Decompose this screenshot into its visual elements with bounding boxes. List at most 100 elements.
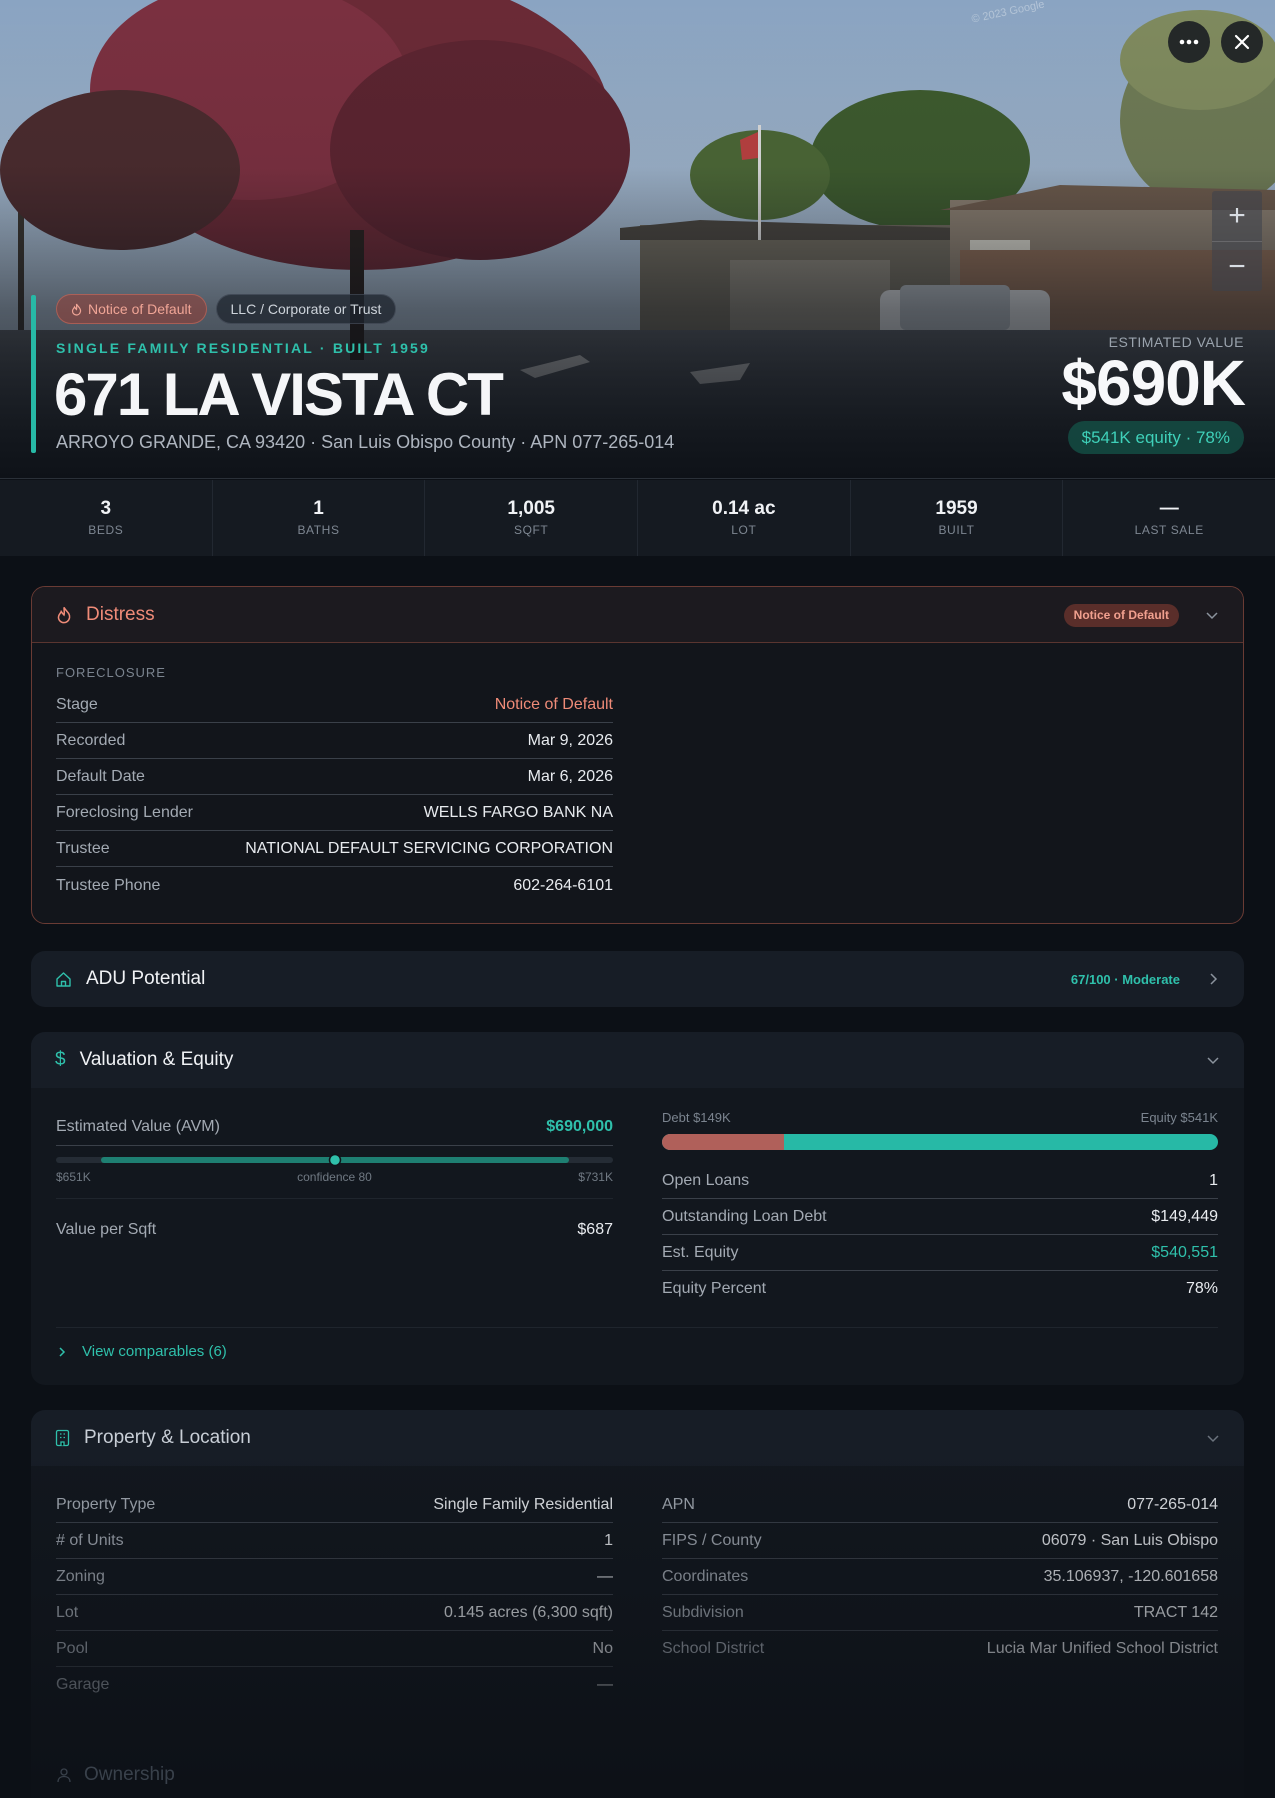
stat-label: BATHS (297, 523, 340, 537)
row-key: Foreclosing Lender (56, 803, 193, 821)
row-value: $690,000 (546, 1118, 613, 1135)
zoom-out-button[interactable]: − (1212, 241, 1262, 291)
owner-type-tag: LLC / Corporate or Trust (215, 294, 397, 324)
row-key: Stage (56, 695, 98, 713)
estimated-value: $690K (1061, 347, 1246, 419)
distress-title: Distress (86, 603, 155, 625)
chevron-right-icon[interactable] (1206, 972, 1220, 986)
stat-value: 0.14 ac (712, 498, 776, 519)
row-key: APN (662, 1495, 695, 1513)
avm-row: Estimated Value (AVM) $690,000 (56, 1109, 613, 1146)
debt-equity-bar (662, 1134, 1218, 1150)
row-value: 1 (604, 1531, 613, 1549)
row-value: $149,449 (1151, 1207, 1218, 1225)
distress-header[interactable]: Distress Notice of Default (32, 587, 1243, 643)
row-key: Garage (56, 1676, 110, 1693)
row-value: 077-265-014 (1127, 1495, 1218, 1513)
valuation-header[interactable]: $ Valuation & Equity (31, 1032, 1244, 1088)
equity-percent-row: Equity Percent 78% (662, 1271, 1218, 1307)
row-value: Mar 6, 2026 (527, 767, 613, 785)
loan-debt-row: Outstanding Loan Debt $149,449 (662, 1199, 1218, 1235)
fips-row: FIPS / County 06079 · San Luis Obispo (662, 1523, 1218, 1559)
row-value: $687 (577, 1221, 613, 1238)
stat-value: — (1159, 498, 1179, 519)
row-key: Lot (56, 1603, 79, 1621)
equity-badge: $541K equity · 78% (1067, 421, 1244, 454)
row-key: Est. Equity (662, 1243, 739, 1261)
stat-label: BEDS (88, 523, 124, 537)
more-icon (1179, 39, 1199, 45)
row-value: Single Family Residential (433, 1495, 613, 1513)
range-low: $651K (56, 1170, 91, 1184)
home-icon (56, 971, 71, 987)
stat-value: 1 (313, 498, 324, 519)
confidence-label: confidence 80 (297, 1170, 372, 1184)
row-value: TRACT 142 (1133, 1603, 1218, 1621)
row-value: $540,551 (1151, 1243, 1218, 1261)
distress-row-lender: Foreclosing Lender WELLS FARGO BANK NA (56, 795, 613, 831)
row-key: Equity Percent (662, 1280, 767, 1297)
user-icon (57, 1768, 71, 1783)
stat-value: 1959 (935, 498, 978, 519)
stat-baths: 1 BATHS (213, 480, 426, 556)
hero-street-view: © 2023 Google + − Notice of Default LLC … (0, 0, 1275, 479)
lot-row: Lot 0.145 acres (6,300 sqft) (56, 1595, 613, 1631)
debt-segment (662, 1134, 784, 1150)
adu-header[interactable]: ADU Potential 67/100 · Moderate (31, 951, 1244, 1007)
stat-lot: 0.14 ac LOT (638, 480, 851, 556)
adu-potential-card[interactable]: ADU Potential 67/100 · Moderate (31, 951, 1244, 1007)
property-title: Property & Location (84, 1427, 251, 1448)
property-stats-bar: 3 BEDS 1 BATHS 1,005 SQFT 0.14 ac LOT 1959 BU… (0, 480, 1275, 556)
flame-icon (71, 303, 82, 316)
row-key: Default Date (56, 767, 145, 785)
zoom-controls: + − (1212, 191, 1262, 291)
row-value: Mar 9, 2026 (527, 731, 613, 749)
valuation-title: Valuation & Equity (79, 1049, 234, 1070)
row-value: No (592, 1639, 613, 1657)
row-value: 06079 · San Luis Obispo (1041, 1531, 1218, 1549)
row-key: Property Type (56, 1495, 156, 1513)
chevron-right-icon (59, 1346, 66, 1357)
chevron-down-icon[interactable] (1206, 1053, 1220, 1067)
value-per-sqft-row: Value per Sqft $687 (56, 1212, 613, 1248)
more-options-button[interactable] (1168, 21, 1210, 63)
row-value: WELLS FARGO BANK NA (423, 803, 613, 821)
distress-row-trustee: Trustee NATIONAL DEFAULT SERVICING CORPOR… (56, 831, 613, 867)
row-key: Trustee Phone (56, 877, 161, 894)
avm-confidence-range (56, 1153, 613, 1167)
row-value: 1 (1209, 1171, 1218, 1189)
range-high: $731K (578, 1170, 613, 1184)
property-type-row: Property Type Single Family Residential (56, 1487, 613, 1523)
close-icon (1234, 34, 1250, 50)
property-subtitle: SINGLE FAMILY RESIDENTIAL · BUILT 1959 (56, 340, 431, 356)
row-key: Open Loans (662, 1171, 750, 1189)
row-key: Recorded (56, 731, 126, 749)
property-header[interactable]: Property & Location (31, 1410, 1244, 1466)
close-button[interactable] (1221, 21, 1263, 63)
stat-sqft: 1,005 SQFT (425, 480, 639, 556)
distress-row-default-date: Default Date Mar 6, 2026 (56, 759, 613, 795)
view-comparables-link[interactable]: View comparables (6) (56, 1343, 227, 1360)
stat-value: 3 (100, 498, 112, 519)
stat-label: LOT (731, 523, 757, 537)
foreclosure-section-label: FORECLOSURE (56, 665, 166, 680)
zoom-in-button[interactable]: + (1212, 191, 1262, 241)
ownership-card-header[interactable]: Ownership (56, 1764, 175, 1786)
stat-value: 1,005 (507, 498, 555, 519)
chevron-down-icon[interactable] (1206, 1431, 1220, 1445)
dollar-icon: $ (55, 1049, 66, 1070)
property-location: ARROYO GRANDE, CA 93420 · San Luis Obisp… (56, 432, 675, 452)
chevron-down-icon[interactable] (1205, 608, 1219, 622)
row-key: Estimated Value (AVM) (56, 1118, 220, 1135)
adu-score: 67/100 · Moderate (1070, 971, 1180, 987)
stat-label: SQFT (513, 523, 549, 537)
tag-label: LLC / Corporate or Trust (230, 301, 382, 317)
property-address-title: 671 LA VISTA CT (54, 361, 504, 428)
row-key: Trustee (56, 839, 110, 857)
row-value: 0.145 acres (6,300 sqft) (444, 1603, 613, 1621)
stat-beds: 3 BEDS (0, 480, 213, 556)
accent-bar (31, 295, 36, 453)
divider (56, 1198, 613, 1199)
est-equity-row: Est. Equity $540,551 (662, 1235, 1218, 1271)
comparables-label: View comparables (6) (82, 1343, 227, 1360)
